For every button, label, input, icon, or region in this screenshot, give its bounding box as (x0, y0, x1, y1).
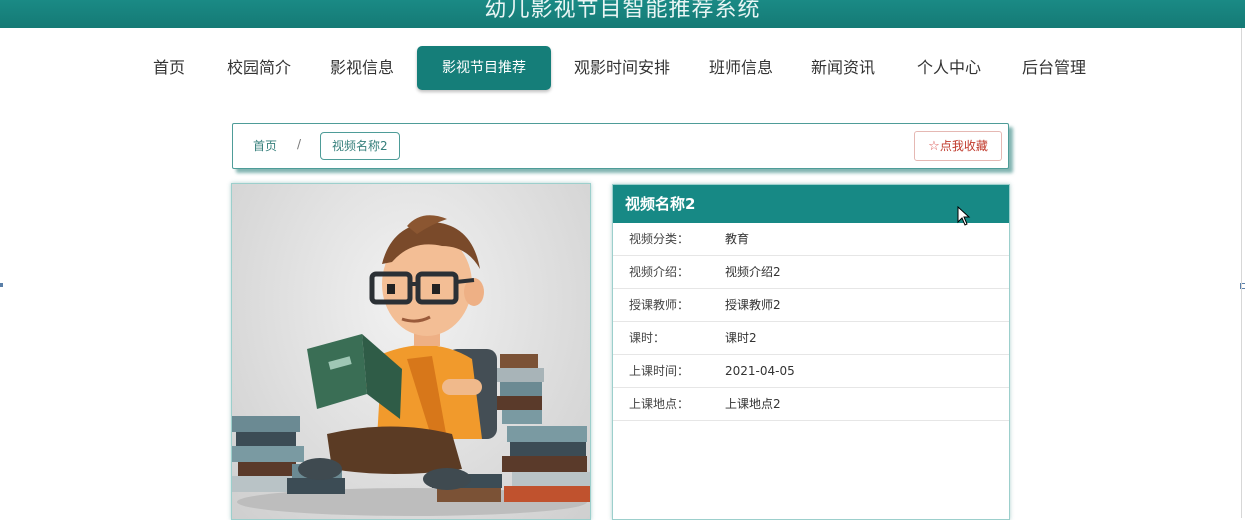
detail-row-teacher: 授课教师： 授课教师2 (613, 289, 1009, 322)
left-edge-marker (0, 283, 3, 287)
favorite-button[interactable]: ☆点我收藏 (914, 131, 1002, 161)
top-banner: 幼儿影视节目智能推荐系统 (0, 0, 1245, 28)
detail-label: 课时： (629, 331, 666, 345)
breadcrumb-separator: / (297, 137, 302, 151)
nav-item-admin[interactable]: 后台管理 (1022, 46, 1086, 90)
detail-label: 视频介绍： (629, 265, 690, 279)
detail-row-location: 上课地点： 上课地点2 (613, 388, 1009, 421)
main-nav: 首页 校园简介 影视信息 影视节目推荐 观影时间安排 班师信息 新闻资讯 个人中… (0, 46, 1245, 90)
nav-item-campus-intro[interactable]: 校园简介 (227, 46, 291, 90)
detail-value: 授课教师2 (725, 298, 781, 312)
detail-row-time: 上课时间： 2021-04-05 (613, 355, 1009, 388)
detail-row-category: 视频分类： 教育 (613, 223, 1009, 256)
nav-item-news[interactable]: 新闻资讯 (811, 46, 875, 90)
detail-row-intro: 视频介绍： 视频介绍2 (613, 256, 1009, 289)
star-outline-icon: ☆ (928, 139, 940, 154)
video-title: 视频名称2 (613, 185, 1009, 223)
nav-item-personal-center[interactable]: 个人中心 (917, 46, 981, 90)
detail-label: 视频分类： (629, 232, 690, 246)
detail-label: 上课时间： (629, 364, 690, 378)
video-detail-panel: 视频名称2 视频分类： 教育 视频介绍： 视频介绍2 授课教师： 授课教师2 课… (612, 184, 1010, 520)
reading-boy-illustration (232, 215, 590, 516)
favorite-button-label: 点我收藏 (939, 139, 988, 153)
detail-row-hours: 课时： 课时2 (613, 322, 1009, 355)
site-title: 幼儿影视节目智能推荐系统 (484, 0, 761, 22)
detail-value: 教育 (725, 232, 750, 246)
right-edge-line (1241, 28, 1242, 518)
nav-item-schedule[interactable]: 观影时间安排 (574, 46, 670, 90)
video-cover-image (231, 183, 591, 520)
breadcrumb-current: 视频名称2 (320, 132, 400, 160)
breadcrumb: 首页 / 视频名称2 ☆点我收藏 (232, 123, 1009, 169)
nav-item-recommend[interactable]: 影视节目推荐 (417, 46, 551, 90)
breadcrumb-home-link[interactable]: 首页 (253, 137, 277, 154)
detail-label: 授课教师： (629, 298, 690, 312)
detail-value: 2021-04-05 (725, 364, 795, 378)
detail-value: 课时2 (725, 331, 757, 345)
detail-value: 上课地点2 (725, 397, 781, 411)
detail-value: 视频介绍2 (725, 265, 781, 279)
nav-item-teachers[interactable]: 班师信息 (709, 46, 773, 90)
mouse-pointer-icon (957, 206, 971, 226)
detail-label: 上课地点： (629, 397, 690, 411)
nav-item-video-info[interactable]: 影视信息 (330, 46, 394, 90)
nav-item-home[interactable]: 首页 (153, 46, 185, 90)
